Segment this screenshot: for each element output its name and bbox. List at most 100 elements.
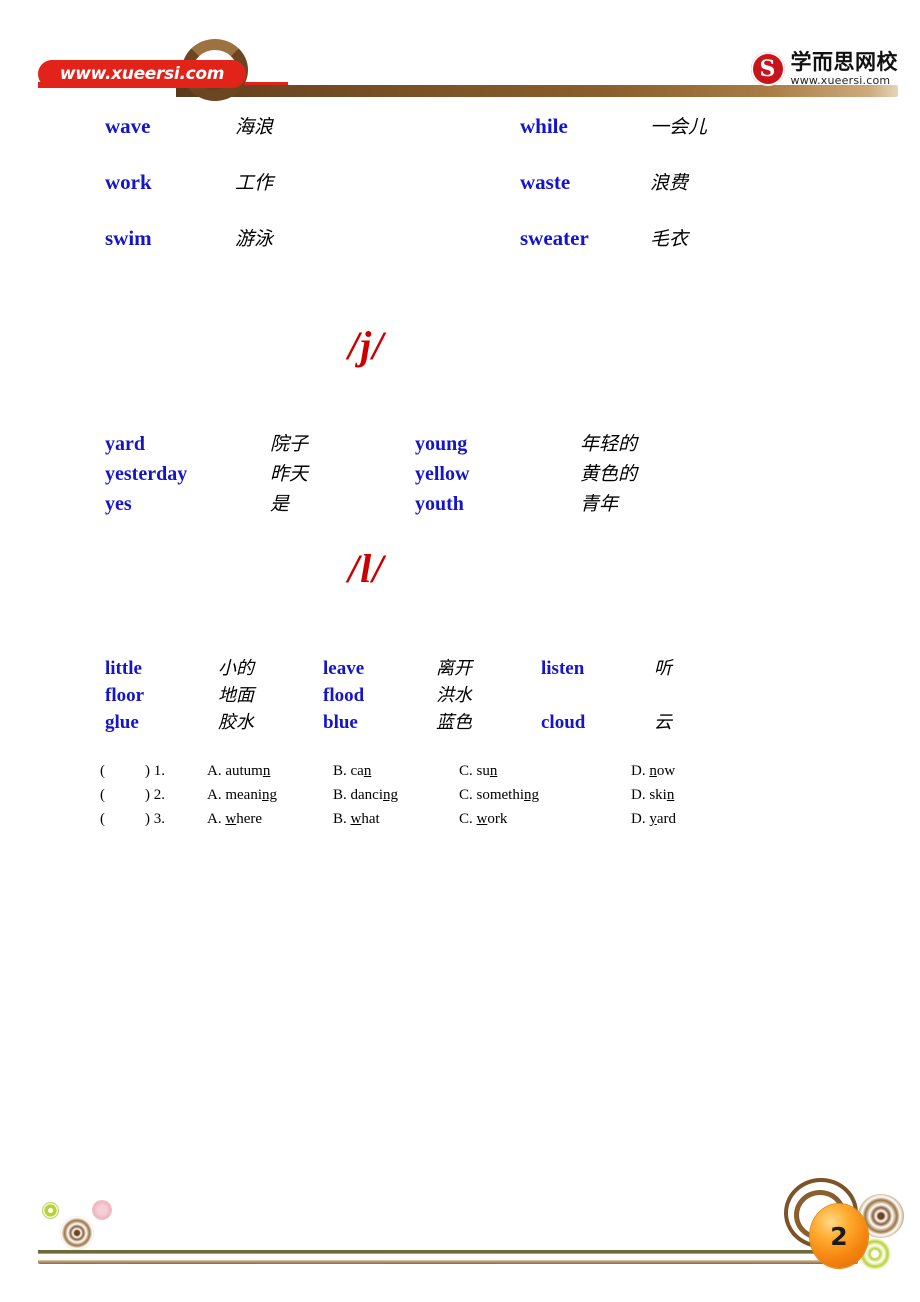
quiz-option-d[interactable]: D. yard	[631, 811, 751, 828]
paren-close: )	[145, 811, 150, 827]
paren-open: (	[100, 787, 105, 803]
word-section-w: wave 海浪 while 一会儿 work 工作 waste 浪费 swim …	[0, 112, 920, 280]
quiz-option-a[interactable]: A. meaning	[207, 787, 333, 804]
quiz-question-row: ( ) 3. A. where B. what C. work D. yard	[0, 811, 920, 835]
word-chinese: 离开	[436, 658, 472, 679]
word-chinese: 是	[270, 493, 290, 515]
word-row: yard 院子 young 年轻的	[0, 429, 920, 459]
brand-logo: S 学而思网校 www.xueersi.com	[750, 50, 899, 87]
word-english: sweater	[520, 226, 589, 250]
paren-open: (	[100, 763, 105, 779]
word-chinese: 工作	[235, 172, 274, 194]
question-number: ) 3.	[145, 811, 207, 828]
option-underlined: ng	[261, 787, 277, 803]
footer-bar-line	[38, 1250, 858, 1253]
word-english: yard	[105, 433, 145, 455]
option-underlined: y	[649, 811, 657, 827]
option-text: C. somethi	[459, 787, 525, 803]
word-chinese: 小的	[218, 658, 254, 679]
option-text: B.	[333, 811, 351, 827]
word-english: little	[105, 658, 142, 679]
page-footer	[0, 1172, 920, 1302]
word-row: yes 是 youth 青年	[0, 489, 920, 519]
word-english: young	[415, 433, 468, 455]
question-index: 2.	[153, 787, 165, 803]
quiz-option-a[interactable]: A. where	[207, 811, 333, 828]
word-chinese: 蓝色	[436, 712, 472, 733]
quiz-option-d[interactable]: D. now	[631, 763, 751, 780]
word-chinese: 昨天	[270, 463, 309, 485]
header-url-badge: www.xueersi.com	[38, 60, 246, 88]
word-english: cloud	[541, 712, 586, 733]
word-row: yesterday 昨天 yellow 黄色的	[0, 459, 920, 489]
quiz-option-b[interactable]: B. dancing	[333, 787, 459, 804]
word-english: wave	[105, 114, 151, 138]
option-underlined: ng	[383, 787, 398, 803]
brand-name-cn: 学而思网校	[790, 50, 898, 74]
word-english: floor	[105, 685, 145, 706]
brand-text-block: 学而思网校 www.xueersi.com	[790, 50, 899, 87]
option-text-tail: ard	[656, 811, 676, 827]
answer-blank[interactable]: (	[100, 811, 145, 828]
word-chinese: 一会儿	[650, 116, 708, 138]
option-text: D.	[631, 811, 650, 827]
word-english: yellow	[415, 463, 470, 485]
option-underlined: n	[363, 763, 372, 779]
word-section-l: little 小的 leave 离开 listen 听 floor 地面 flo…	[0, 654, 920, 735]
option-text-tail: hat	[361, 811, 380, 827]
word-english: work	[105, 170, 152, 194]
word-row: wave 海浪 while 一会儿	[0, 112, 920, 168]
word-row: floor 地面 flood 洪水	[0, 681, 920, 708]
option-underlined: w	[350, 811, 362, 827]
word-chinese: 年轻的	[580, 433, 638, 455]
quiz-option-a[interactable]: A. autumn	[207, 763, 333, 780]
word-english: leave	[323, 658, 365, 679]
footer-pink-circle-icon	[92, 1200, 112, 1220]
paren-open: (	[100, 811, 105, 827]
option-underlined: n	[666, 787, 675, 803]
word-english: glue	[105, 712, 139, 733]
option-underlined: ng	[524, 787, 540, 803]
quiz-option-b[interactable]: B. can	[333, 763, 459, 780]
word-chinese: 黄色的	[580, 463, 638, 485]
word-chinese: 毛衣	[650, 228, 689, 250]
answer-blank[interactable]: (	[100, 787, 145, 804]
footer-green-circle-icon	[42, 1202, 59, 1219]
word-chinese: 地面	[218, 685, 254, 706]
word-section-j: yard 院子 young 年轻的 yesterday 昨天 yellow 黄色…	[0, 429, 920, 519]
option-text: C. su	[459, 763, 490, 779]
question-number: ) 2.	[145, 787, 207, 804]
word-english: waste	[520, 170, 571, 194]
option-text: D.	[631, 763, 650, 779]
page-content: wave 海浪 while 一会儿 work 工作 waste 浪费 swim …	[0, 112, 920, 835]
word-chinese: 海浪	[235, 116, 274, 138]
answer-blank[interactable]: (	[100, 763, 145, 780]
word-english: blue	[323, 712, 358, 733]
quiz-section: ( ) 1. A. autumn B. can C. sun D. now ( …	[0, 763, 920, 835]
quiz-option-c[interactable]: C. sun	[459, 763, 631, 780]
brand-url-en: www.xueersi.com	[790, 74, 891, 87]
quiz-question-row: ( ) 2. A. meaning B. dancing C. somethin…	[0, 787, 920, 811]
option-underlined: w	[225, 811, 237, 827]
option-text: C.	[459, 811, 477, 827]
quiz-option-c[interactable]: C. something	[459, 787, 631, 804]
option-underlined: n	[489, 763, 498, 779]
footer-target-icon	[60, 1216, 94, 1250]
word-english: while	[520, 114, 568, 138]
brand-s-icon: S	[750, 52, 785, 86]
word-row: little 小的 leave 离开 listen 听	[0, 654, 920, 681]
quiz-option-b[interactable]: B. what	[333, 811, 459, 828]
word-chinese: 听	[654, 658, 672, 679]
quiz-option-c[interactable]: C. work	[459, 811, 631, 828]
option-text: A. autum	[207, 763, 263, 779]
question-number: ) 1.	[145, 763, 207, 780]
quiz-option-d[interactable]: D. skin	[631, 787, 751, 804]
option-text: B. ca	[333, 763, 364, 779]
word-english: youth	[415, 493, 464, 515]
word-row: work 工作 waste 浪费	[0, 168, 920, 224]
phonetic-heading-j: /j/	[348, 323, 385, 368]
word-chinese: 游泳	[235, 228, 274, 250]
option-underlined: w	[476, 811, 488, 827]
page-number: 2	[830, 1221, 848, 1251]
option-text-tail: ow	[656, 763, 676, 779]
